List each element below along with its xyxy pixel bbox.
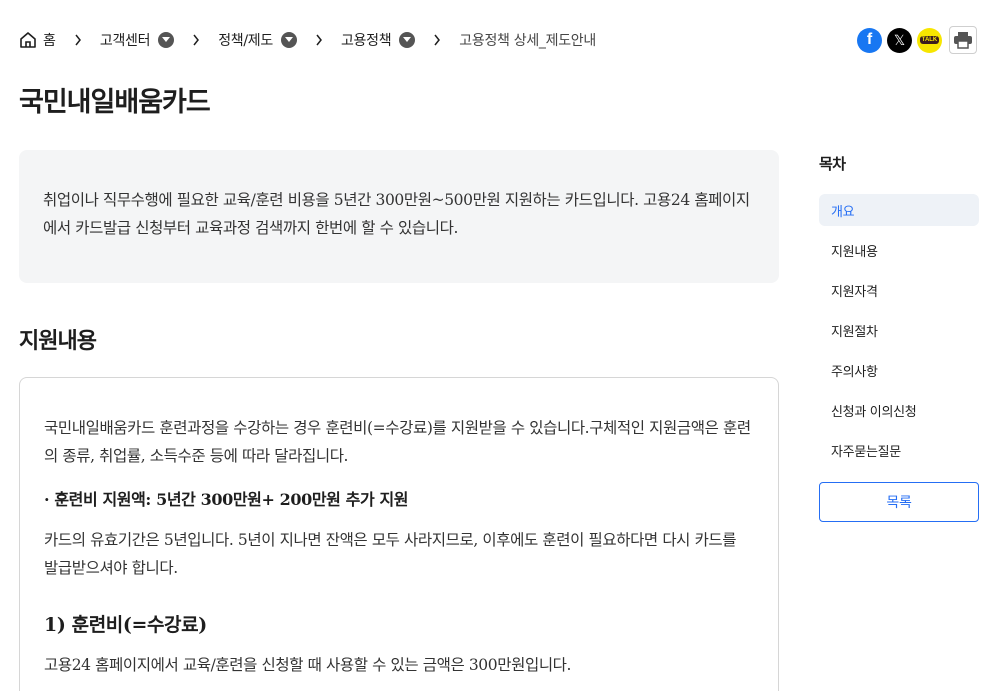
- kakaotalk-label: TALK: [919, 36, 940, 44]
- chevron-down-icon[interactable]: [280, 32, 297, 48]
- chevron-right-icon: [73, 34, 83, 46]
- toc-item-faq[interactable]: 자주묻는질문: [819, 434, 979, 466]
- facebook-icon[interactable]: f: [857, 27, 882, 53]
- content-paragraph: 고용24 홈페이지에서 교육/훈련을 신청할 때 사용할 수 있는 금액은 30…: [44, 656, 572, 674]
- breadcrumb-home-link[interactable]: 홈: [19, 30, 56, 50]
- toc-item-eligibility[interactable]: 지원자격: [819, 274, 979, 306]
- breadcrumb-item-customer-center[interactable]: 고객센터: [99, 30, 175, 50]
- toc-item-overview[interactable]: 개요: [819, 194, 979, 226]
- chevron-down-icon[interactable]: [399, 32, 416, 48]
- breadcrumb: 홈 고객센터 정책/제도 고용정책 고용정책 상세_제도안내: [19, 28, 596, 52]
- content-paragraph: 카드의 유효기간은 5년입니다. 5년이 지나면 잔액은 모두 사라지므로, 이…: [44, 531, 737, 577]
- breadcrumb-item-employment-policy[interactable]: 고용정책: [340, 30, 416, 50]
- page-title: 국민내일배움카드: [19, 87, 211, 118]
- toc-item-cautions[interactable]: 주의사항: [819, 354, 979, 386]
- chevron-right-icon: [432, 34, 442, 46]
- kakaotalk-icon[interactable]: TALK: [917, 27, 942, 53]
- toc-item-procedure[interactable]: 지원절차: [819, 314, 979, 346]
- toc-list: 개요 지원내용 지원자격 지원절차 주의사항 신청과 이의신청 자주묻는질문: [819, 194, 979, 474]
- breadcrumb-item-policy[interactable]: 정책/제도: [218, 30, 297, 50]
- print-icon[interactable]: [949, 26, 977, 54]
- breadcrumb-item-label: 고용정책: [340, 33, 392, 49]
- intro-box: 취업이나 직무수행에 필요한 교육/훈련 비용을 5년간 300만원~500만원…: [19, 150, 779, 283]
- support-amount-bullet: · 훈련비 지원액: 5년간 300만원+ 200만원 추가 지원: [44, 490, 409, 509]
- chevron-right-icon: [314, 34, 324, 46]
- list-button[interactable]: 목록: [819, 482, 979, 522]
- share-toolbar: f 𝕏 TALK: [857, 26, 977, 54]
- breadcrumb-current: 고용정책 상세_제도안내: [459, 33, 596, 49]
- toc-item-support-details[interactable]: 지원내용: [819, 234, 979, 266]
- breadcrumb-item-label: 정책/제도: [218, 33, 273, 49]
- home-icon: [19, 31, 37, 49]
- intro-text: 취업이나 직무수행에 필요한 교육/훈련 비용을 5년간 300만원~500만원…: [43, 191, 750, 237]
- content-box: 국민내일배움카드 훈련과정을 수강하는 경우 훈련비(=수강료)를 지원받을 수…: [19, 377, 779, 691]
- section-title: 지원내용: [19, 329, 97, 354]
- subsection-heading: 1) 훈련비(=수강료): [44, 614, 207, 636]
- toc-title: 목차: [819, 155, 846, 173]
- x-icon[interactable]: 𝕏: [887, 27, 912, 53]
- breadcrumb-home-label: 홈: [43, 33, 56, 49]
- content-paragraph: 국민내일배움카드 훈련과정을 수강하는 경우 훈련비(=수강료)를 지원받을 수…: [44, 419, 751, 465]
- chevron-right-icon: [191, 34, 201, 46]
- breadcrumb-item-label: 고객센터: [99, 33, 151, 49]
- toc-item-application-appeal[interactable]: 신청과 이의신청: [819, 394, 979, 426]
- chevron-down-icon[interactable]: [158, 32, 175, 48]
